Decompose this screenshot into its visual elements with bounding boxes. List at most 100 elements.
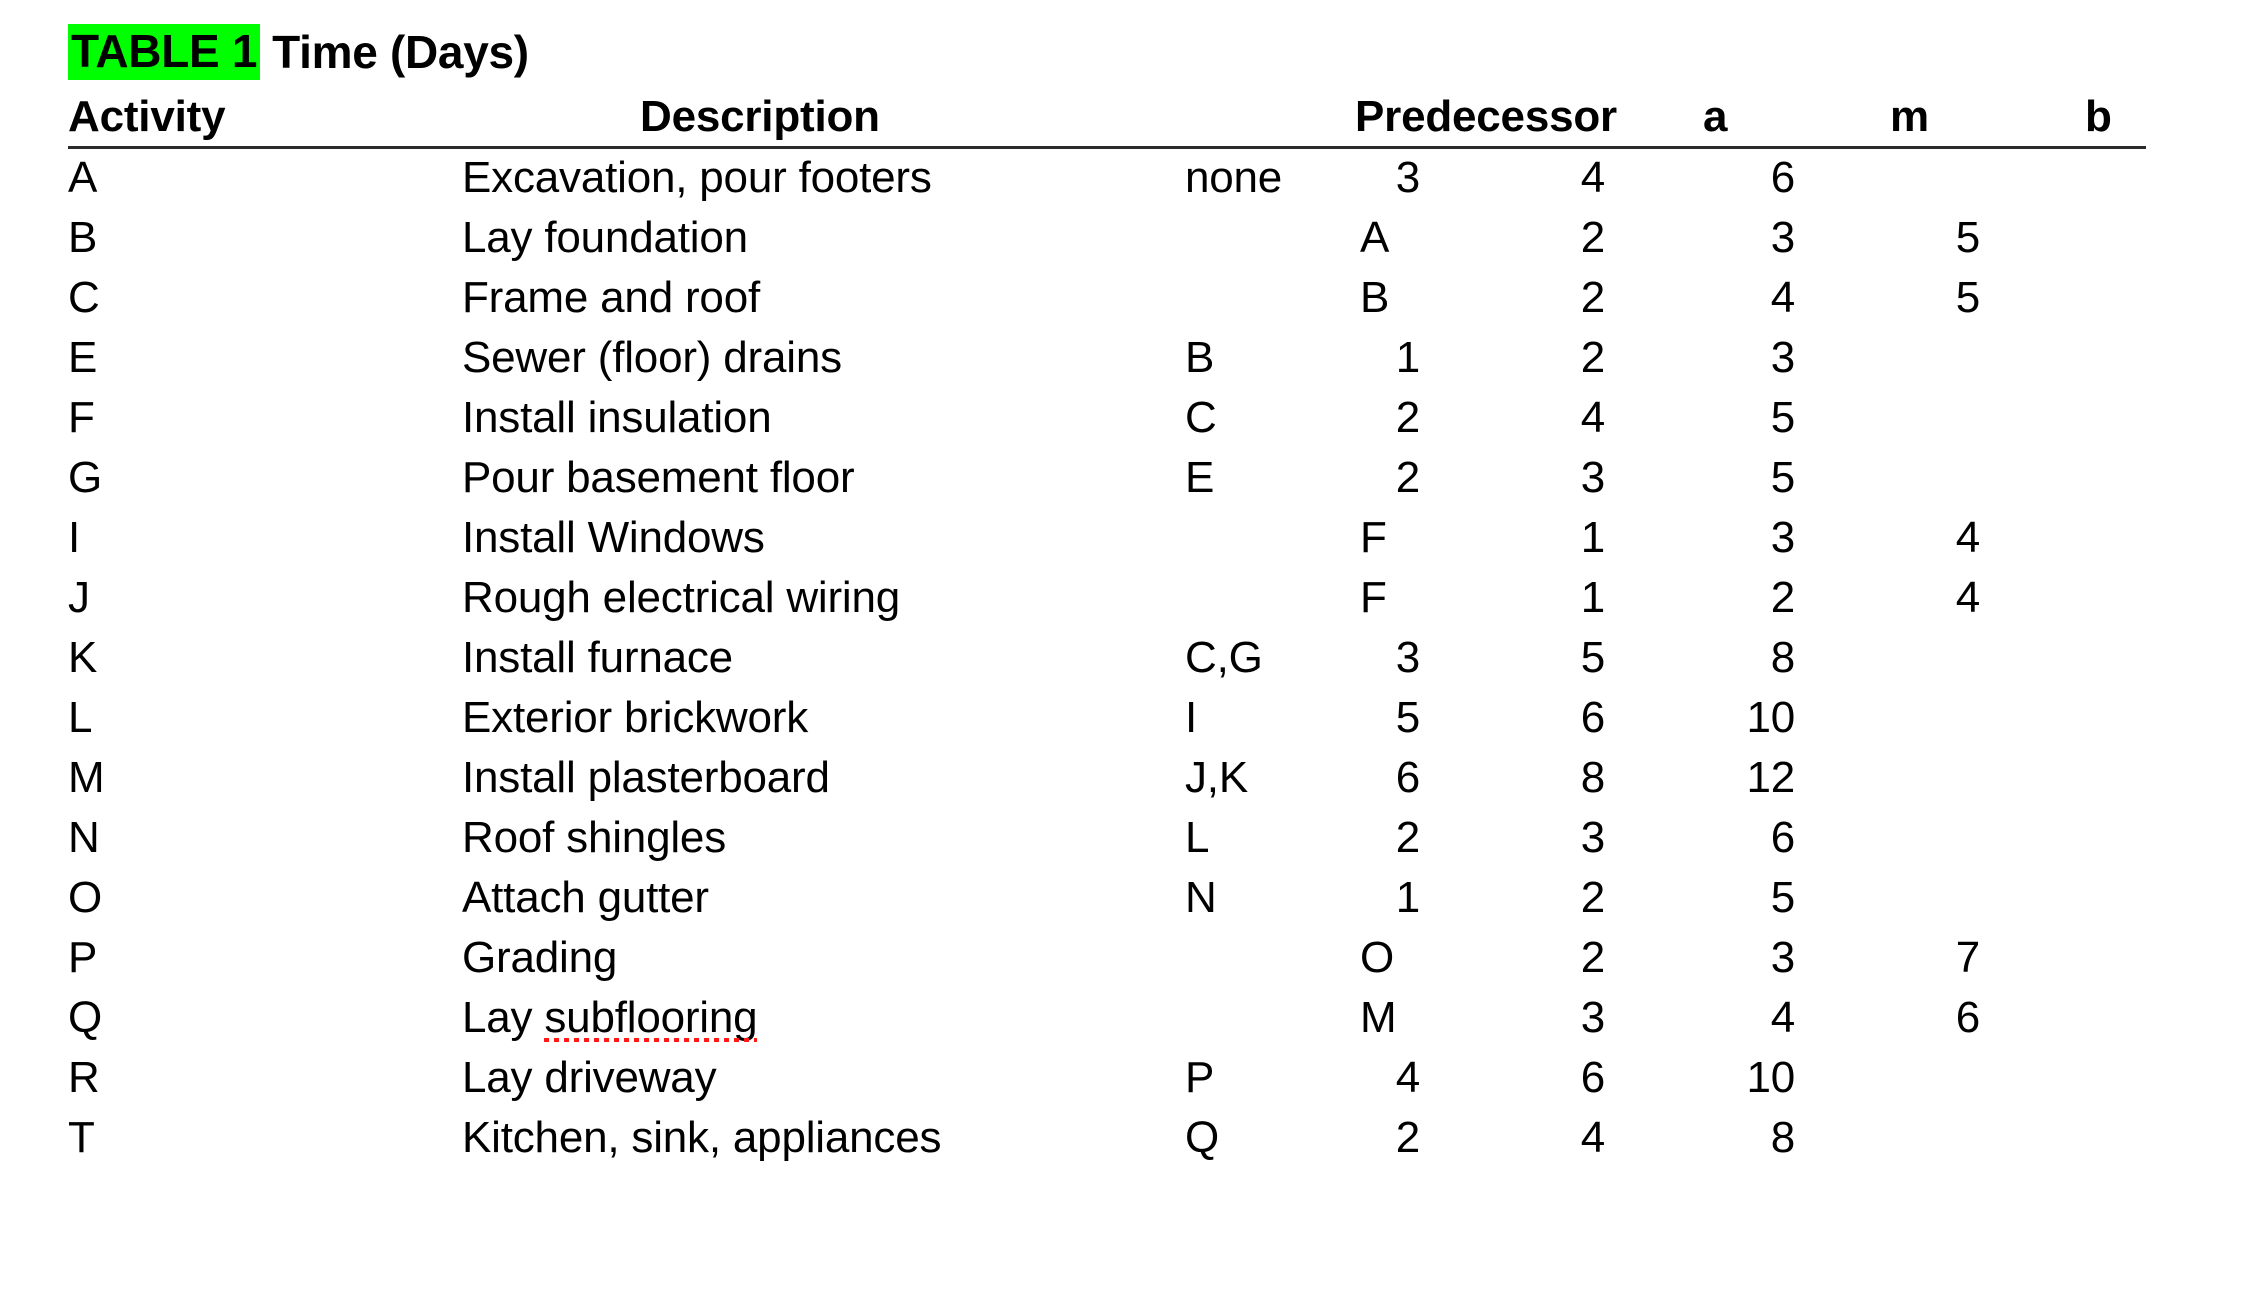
cell-description: Pour basement floor	[462, 453, 855, 502]
table-row: R Lay driveway P 4 6 10	[0, 1048, 2251, 1108]
cell-a: 6	[1395, 753, 1420, 802]
cell-b: 5	[1770, 393, 1795, 442]
cell-m: 4	[1580, 153, 1605, 202]
cell-m: 2	[1580, 873, 1605, 922]
cell-description: Roof shingles	[462, 813, 726, 862]
table-row: M Install plasterboard J,K 6 8 12	[0, 748, 2251, 808]
cell-description: Lay subflooring	[462, 988, 758, 1048]
cell-b: 10	[1746, 693, 1795, 742]
table-row: E Sewer (floor) drains B 1 2 3	[0, 328, 2251, 388]
cell-m: 3	[1580, 813, 1605, 862]
cell-m: 4	[1770, 273, 1795, 322]
cell-description: Lay foundation	[462, 213, 748, 262]
cell-activity: A	[68, 153, 98, 202]
cell-predecessor: Q	[1185, 1113, 1220, 1162]
cell-description: Install furnace	[462, 633, 733, 682]
table-row: J Rough electrical wiring F 1 2 4	[0, 568, 2251, 628]
cell-m: 8	[1580, 753, 1605, 802]
cell-b: 12	[1746, 753, 1795, 802]
cell-predecessor: A	[1360, 213, 1390, 262]
cell-m: 3	[1770, 513, 1795, 562]
cell-b: 5	[1955, 213, 1980, 262]
cell-a: 2	[1395, 813, 1420, 862]
cell-a: 2	[1580, 933, 1605, 982]
table-header-row: Activity Description Predecessor a m b	[0, 86, 2251, 149]
cell-description: Frame and roof	[462, 273, 761, 322]
spellcheck-underlined-word: subflooring	[544, 988, 758, 1048]
table-title-text: Time (Days)	[272, 26, 529, 78]
cell-a: 2	[1395, 1113, 1420, 1162]
cell-b: 5	[1770, 873, 1795, 922]
table-row: G Pour basement floor E 2 3 5	[0, 448, 2251, 508]
cell-b: 6	[1770, 153, 1795, 202]
cell-description: Grading	[462, 933, 618, 982]
cell-b: 10	[1746, 1053, 1795, 1102]
cell-a: 2	[1580, 213, 1605, 262]
cell-a: 2	[1580, 273, 1605, 322]
cell-m: 5	[1580, 633, 1605, 682]
cell-a: 2	[1395, 453, 1420, 502]
table-row: B Lay foundation A 2 3 5	[0, 208, 2251, 268]
cell-b: 4	[1955, 573, 1980, 622]
cell-activity: J	[68, 573, 90, 622]
cell-b: 3	[1770, 333, 1795, 382]
cell-a: 3	[1580, 993, 1605, 1042]
cell-description: Install plasterboard	[462, 753, 830, 802]
cell-a: 4	[1395, 1053, 1420, 1102]
cell-predecessor: L	[1185, 813, 1210, 862]
cell-b: 6	[1770, 813, 1795, 862]
cell-predecessor: F	[1360, 573, 1387, 622]
table-row: Q Lay subflooring M 3 4 6	[0, 988, 2251, 1048]
cell-m: 2	[1580, 333, 1605, 382]
document-page: TABLE 1 Time (Days) Activity Description…	[0, 0, 2251, 1313]
cell-activity: Q	[68, 993, 103, 1042]
table-row: F Install insulation C 2 4 5	[0, 388, 2251, 448]
cell-predecessor: O	[1360, 933, 1395, 982]
cell-predecessor: F	[1360, 513, 1387, 562]
column-header-m: m	[1890, 92, 1929, 141]
cell-activity: B	[68, 213, 98, 262]
table-number-highlighted: TABLE 1	[68, 24, 261, 80]
cell-b: 6	[1955, 993, 1980, 1042]
cell-activity: G	[68, 453, 103, 502]
activity-table: Activity Description Predecessor a m b A…	[0, 86, 2251, 1168]
table-body: A Excavation, pour footers none 3 4 6 B Lay fou…	[0, 148, 2251, 1168]
cell-activity: P	[68, 933, 98, 982]
table-row: A Excavation, pour footers none 3 4 6	[0, 148, 2251, 208]
table-title: TABLE 1 Time (Days)	[68, 24, 529, 80]
cell-predecessor: P	[1185, 1053, 1215, 1102]
cell-b: 5	[1770, 453, 1795, 502]
cell-m: 4	[1580, 1113, 1605, 1162]
cell-a: 3	[1395, 153, 1420, 202]
cell-m: 6	[1580, 1053, 1605, 1102]
cell-activity: O	[68, 873, 103, 922]
cell-activity: L	[68, 693, 93, 742]
cell-predecessor: J,K	[1185, 753, 1248, 802]
cell-predecessor: B	[1360, 273, 1390, 322]
column-header-activity: Activity	[68, 92, 226, 141]
cell-predecessor: none	[1185, 153, 1283, 202]
table-row: P Grading O 2 3 7	[0, 928, 2251, 988]
column-header-predecessor: Predecessor	[1355, 92, 1617, 141]
cell-activity: C	[68, 273, 100, 322]
cell-predecessor: N	[1185, 873, 1217, 922]
table-row: L Exterior brickwork I 5 6 10	[0, 688, 2251, 748]
cell-m: 3	[1770, 933, 1795, 982]
cell-a: 2	[1395, 393, 1420, 442]
cell-predecessor: C	[1185, 393, 1217, 442]
cell-m: 2	[1770, 573, 1795, 622]
cell-description: Excavation, pour footers	[462, 153, 932, 202]
table-row: K Install furnace C,G 3 5 8	[0, 628, 2251, 688]
cell-predecessor: C,G	[1185, 633, 1263, 682]
table-row: O Attach gutter N 1 2 5	[0, 868, 2251, 928]
cell-predecessor: I	[1185, 693, 1198, 742]
cell-activity: M	[68, 753, 105, 802]
cell-m: 6	[1580, 693, 1605, 742]
cell-a: 1	[1395, 873, 1420, 922]
cell-b: 7	[1955, 933, 1980, 982]
cell-b: 8	[1770, 633, 1795, 682]
cell-activity: T	[68, 1113, 95, 1162]
cell-description: Exterior brickwork	[462, 693, 809, 742]
cell-activity: R	[68, 1053, 100, 1102]
cell-activity: I	[68, 513, 81, 562]
